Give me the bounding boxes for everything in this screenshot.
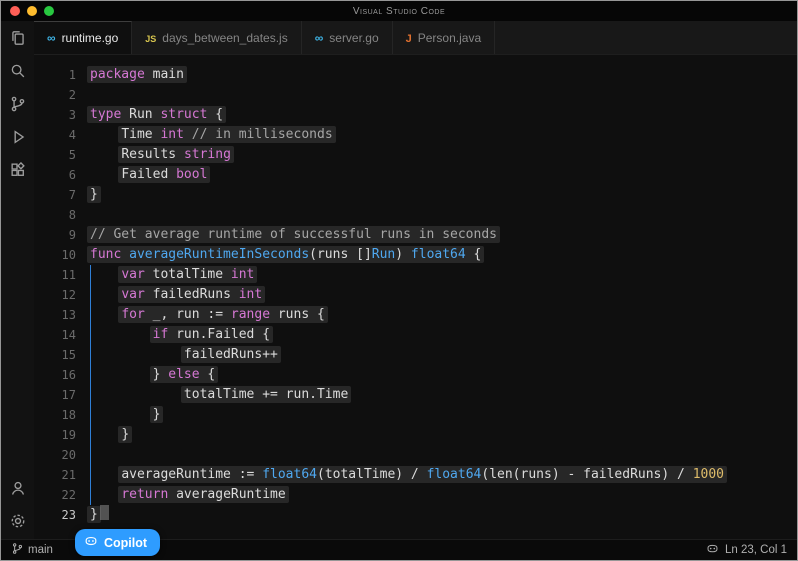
js-icon (145, 31, 156, 45)
branch-name: main (28, 544, 53, 556)
tab-label: runtime.go (62, 31, 119, 45)
line-number: 4 (34, 125, 90, 145)
gear-icon (9, 512, 27, 535)
traffic-lights (10, 1, 54, 21)
line-number: 3 (34, 105, 90, 125)
line-number: 8 (34, 205, 90, 225)
active-indent-guide (90, 265, 91, 505)
activity-run-debug[interactable] (8, 129, 28, 149)
activity-search[interactable] (8, 63, 28, 83)
code-line[interactable]: 7} (34, 185, 797, 205)
line-number: 16 (34, 365, 90, 385)
tab-days-between-dates-js[interactable]: days_between_dates.js (132, 21, 301, 54)
tab-server-go[interactable]: server.go (302, 21, 393, 54)
code-line[interactable]: 20 (34, 445, 797, 465)
tab-label: server.go (329, 31, 378, 45)
zoom-button[interactable] (44, 6, 54, 16)
code-editor[interactable]: 1package main23type Run struct {4 Time i… (34, 55, 797, 539)
tab-label: days_between_dates.js (162, 31, 287, 45)
line-number: 14 (34, 325, 90, 345)
line-number: 21 (34, 465, 90, 485)
activity-account[interactable] (8, 480, 28, 500)
copilot-badge[interactable]: Copilot (75, 529, 160, 556)
code-line[interactable]: 2 (34, 85, 797, 105)
go-icon (47, 31, 56, 45)
code-line[interactable]: 18 } (34, 405, 797, 425)
line-number: 23 (34, 505, 90, 525)
line-number: 9 (34, 225, 90, 245)
code-line[interactable]: 1package main (34, 65, 797, 85)
code-line[interactable]: 12 var failedRuns int (34, 285, 797, 305)
line-number: 17 (34, 385, 90, 405)
line-number: 19 (34, 425, 90, 445)
line-number: 15 (34, 345, 90, 365)
line-number: 6 (34, 165, 90, 185)
tab-person-java[interactable]: Person.java (393, 21, 496, 54)
account-icon (9, 479, 27, 502)
text-cursor (100, 505, 109, 520)
source-control-icon (9, 95, 27, 118)
copilot-status[interactable] (706, 542, 719, 558)
line-number: 22 (34, 485, 90, 505)
line-number: 2 (34, 85, 90, 105)
code-line[interactable]: 14 if run.Failed { (34, 325, 797, 345)
activity-bar (1, 21, 34, 539)
code-line[interactable]: 4 Time int // in milliseconds (34, 125, 797, 145)
activity-source-control[interactable] (8, 96, 28, 116)
java-icon (406, 31, 412, 45)
cursor-position-status[interactable]: Ln 23, Col 1 (725, 544, 787, 556)
line-number: 1 (34, 65, 90, 85)
line-number: 13 (34, 305, 90, 325)
code-line[interactable]: 3type Run struct { (34, 105, 797, 125)
copilot-label: Copilot (104, 536, 147, 550)
cursor-position: Ln 23, Col 1 (725, 544, 787, 556)
code-line[interactable]: 15 failedRuns++ (34, 345, 797, 365)
run-debug-icon (9, 128, 27, 151)
tab-runtime-go[interactable]: runtime.go (34, 21, 132, 54)
branch-status[interactable]: main (11, 542, 53, 558)
code-line[interactable]: 9// Get average runtime of successful ru… (34, 225, 797, 245)
code-line[interactable]: 13 for _, run := range runs { (34, 305, 797, 325)
tab-label: Person.java (418, 31, 481, 45)
code-line[interactable]: 22 return averageRuntime (34, 485, 797, 505)
title-bar: Visual Studio Code (1, 1, 797, 21)
line-number: 11 (34, 265, 90, 285)
minimize-button[interactable] (27, 6, 37, 16)
code-lines: 1package main23type Run struct {4 Time i… (34, 55, 797, 525)
branch-icon (11, 542, 24, 558)
code-line[interactable]: 10func averageRuntimeInSeconds(runs []Ru… (34, 245, 797, 265)
explorer-icon (9, 29, 27, 52)
copilot-status-icon (706, 542, 719, 558)
copilot-icon (84, 534, 98, 551)
code-line[interactable]: 19 } (34, 425, 797, 445)
code-line[interactable]: 8 (34, 205, 797, 225)
activity-extensions[interactable] (8, 162, 28, 182)
code-line[interactable]: 23} (34, 505, 797, 525)
line-number: 18 (34, 405, 90, 425)
close-button[interactable] (10, 6, 20, 16)
activity-settings[interactable] (8, 513, 28, 533)
line-number: 20 (34, 445, 90, 465)
search-icon (9, 62, 27, 85)
code-line[interactable]: 11 var totalTime int (34, 265, 797, 285)
go-icon (315, 31, 324, 45)
code-line[interactable]: 6 Failed bool (34, 165, 797, 185)
activity-explorer[interactable] (8, 30, 28, 50)
code-line[interactable]: 21 averageRuntime := float64(totalTime) … (34, 465, 797, 485)
line-number: 10 (34, 245, 90, 265)
code-line[interactable]: 17 totalTime += run.Time (34, 385, 797, 405)
line-number: 7 (34, 185, 90, 205)
code-line[interactable]: 16 } else { (34, 365, 797, 385)
extensions-icon (9, 161, 27, 184)
window-title: Visual Studio Code (353, 6, 445, 17)
tab-bar: runtime.go days_between_dates.js server.… (34, 21, 797, 55)
code-line[interactable]: 5 Results string (34, 145, 797, 165)
line-number: 5 (34, 145, 90, 165)
vscode-window: Visual Studio Code (0, 0, 798, 561)
line-number: 12 (34, 285, 90, 305)
